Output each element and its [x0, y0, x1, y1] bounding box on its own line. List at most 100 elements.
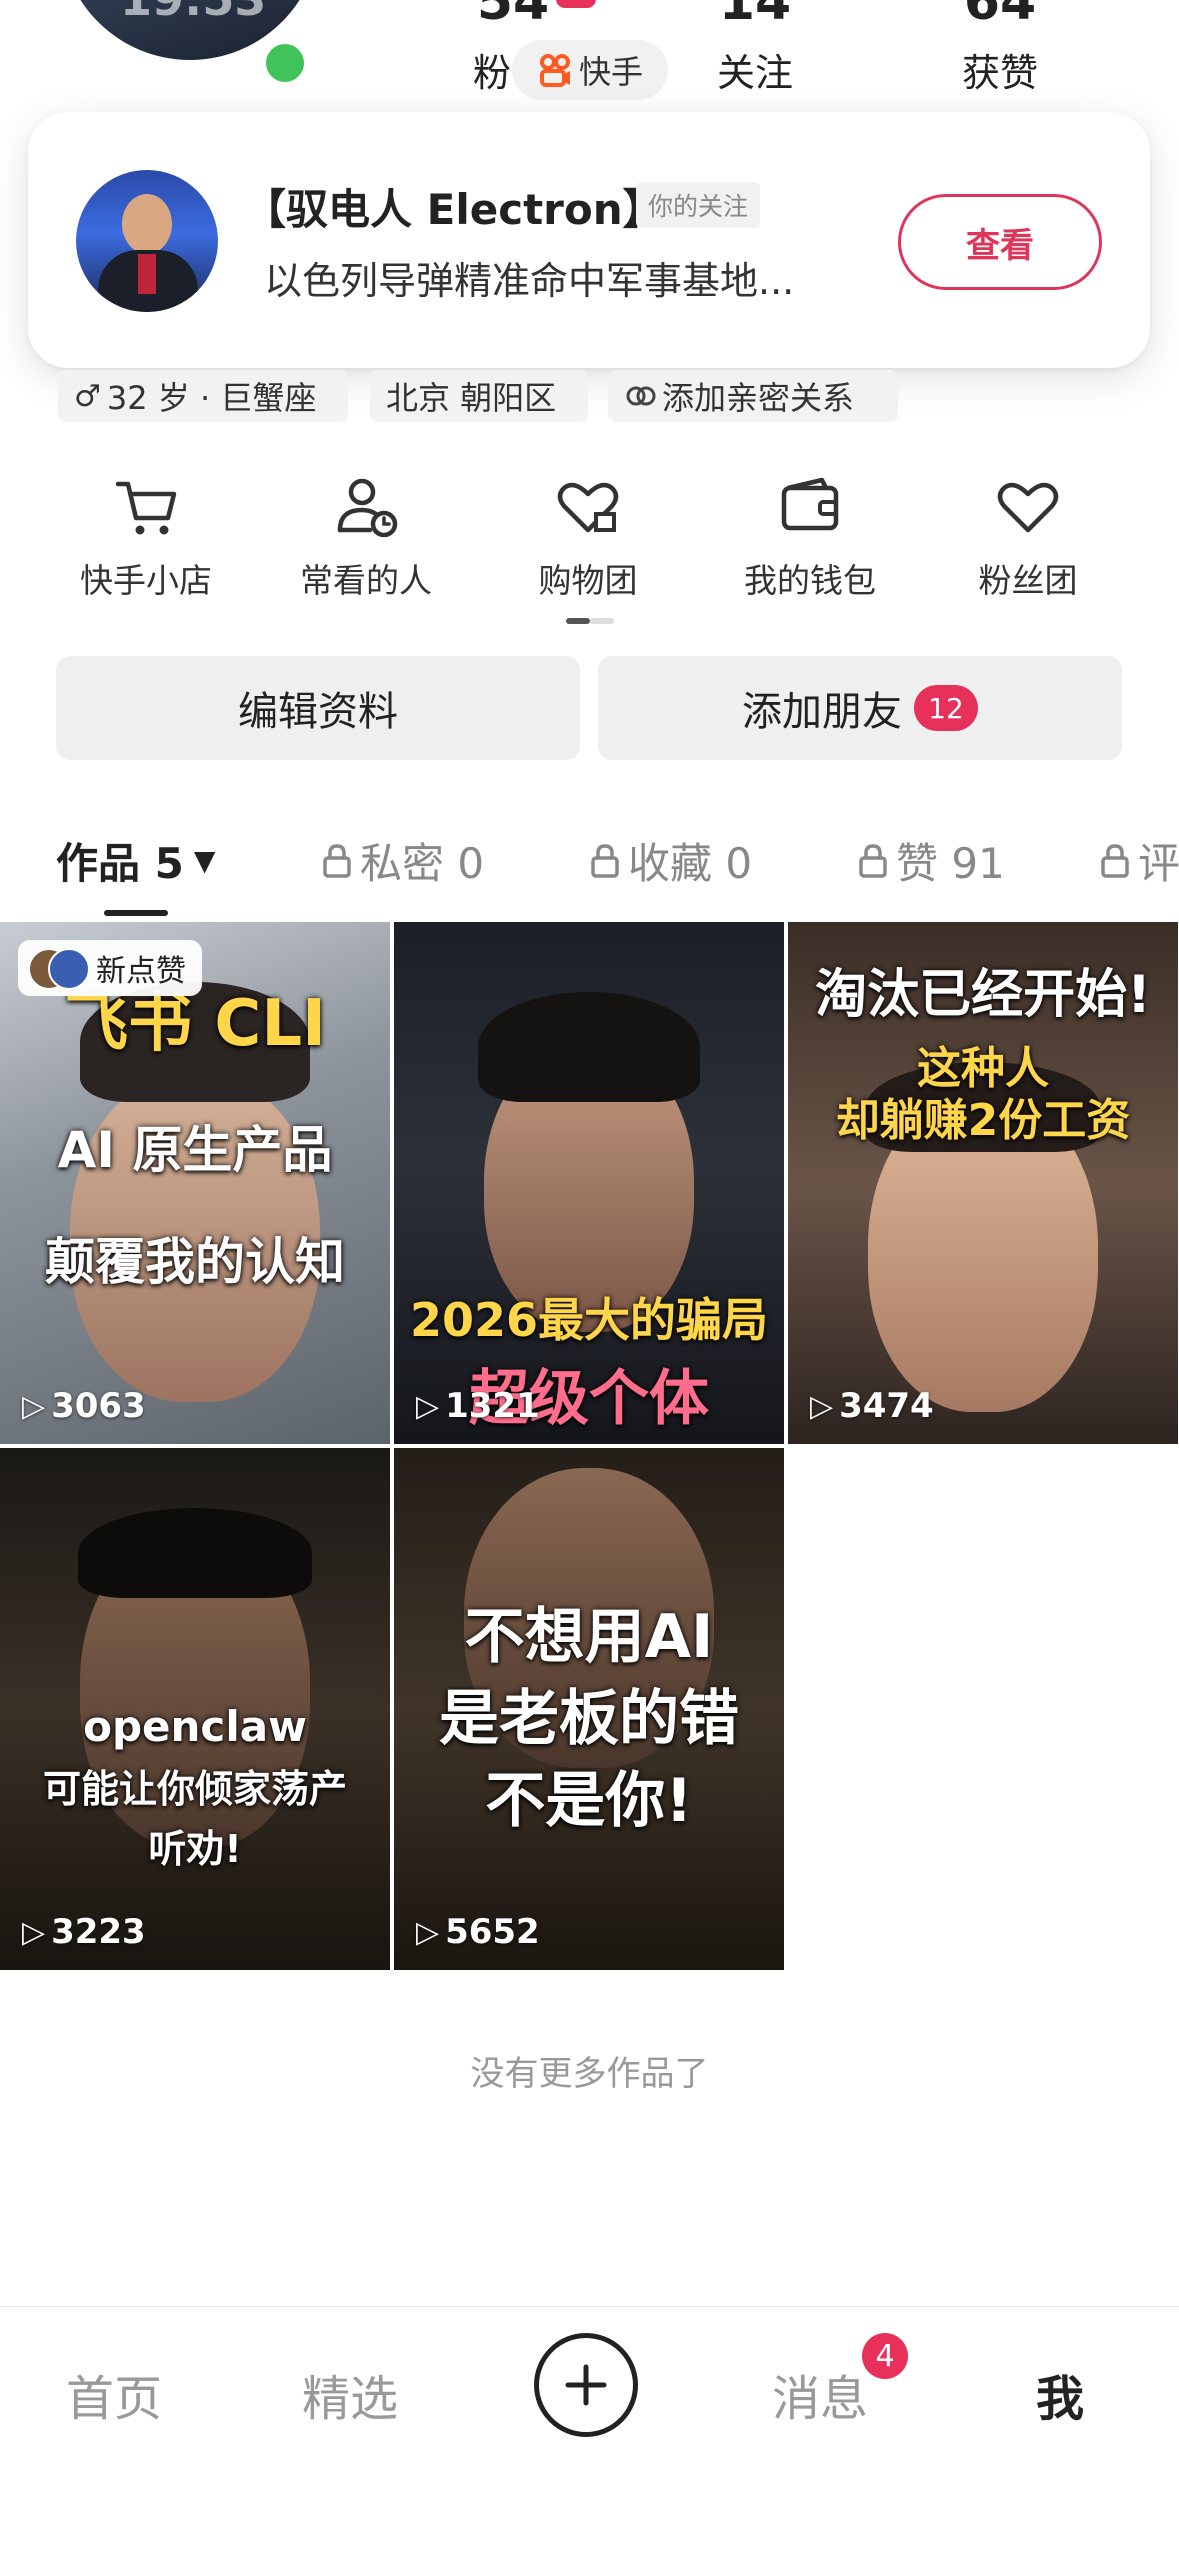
nav-featured[interactable]: 精选	[302, 2359, 398, 2429]
male-icon: ♂	[74, 378, 101, 414]
follow-notification-card[interactable]: 【驭电人 Electron】 你的关注 以色列导弹精准命中军事基地... 查看	[28, 112, 1150, 368]
wallet-icon	[781, 477, 839, 531]
age-zodiac-label: 32 岁 · 巨蟹座	[106, 379, 317, 417]
view-count-value: 3063	[51, 1386, 146, 1426]
view-count: ▷ 5652	[416, 1912, 540, 1952]
active-tab-indicator	[104, 910, 168, 916]
play-icon: ▷	[810, 1388, 834, 1424]
liker-avatars-icon	[28, 948, 90, 990]
add-friends-badge: 12	[914, 685, 978, 731]
plus-icon	[565, 2364, 607, 2406]
tab-likes[interactable]: 赞 91	[858, 830, 1005, 891]
frequently-viewed-label: 常看的人	[300, 561, 432, 600]
video-caption-line: 淘汰已经开始!	[815, 965, 1151, 1025]
status-time: 19:53	[120, 0, 266, 26]
nav-messages[interactable]: 消息	[772, 2359, 868, 2429]
follow-label[interactable]: 关注	[700, 42, 810, 97]
new-like-label: 新点赞	[96, 954, 186, 989]
video-caption-line: 听劝!	[148, 1827, 242, 1871]
video-thumbnail[interactable]: 2026最大的骗局 超级个体 ▷ 1321	[394, 922, 784, 1444]
location-tag[interactable]: 北京 朝阳区	[370, 370, 588, 422]
video-thumbnail[interactable]: 飞书 CLI AI 原生产品 颠覆我的认知 新点赞 ▷ 3063	[0, 922, 390, 1444]
tab-private-label: 私密 0	[360, 839, 485, 888]
page-indicator	[566, 618, 614, 624]
kuaishou-pill[interactable]: 快手	[512, 40, 668, 100]
video-caption-line: 却躺赚2份工资	[835, 1095, 1131, 1146]
follow-count: 14	[718, 0, 792, 32]
notification-text: 以色列导弹精准命中军事基地...	[264, 259, 795, 303]
my-wallet-label: 我的钱包	[744, 561, 876, 600]
tab-likes-label: 赞 91	[896, 839, 1005, 888]
no-more-works-text: 没有更多作品了	[470, 2054, 709, 2094]
view-count-value: 3474	[839, 1386, 934, 1426]
view-count-value: 5652	[445, 1912, 540, 1952]
fans-count: 54	[476, 0, 550, 32]
tab-comments-label: 评	[1138, 839, 1179, 888]
nav-home[interactable]: 首页	[66, 2359, 162, 2429]
add-intimate-relation-label: 添加亲密关系	[662, 379, 855, 417]
add-friends-button[interactable]: 添加朋友 12	[598, 656, 1122, 760]
frequently-viewed-button[interactable]: 常看的人	[266, 470, 466, 602]
video-caption-line: 不想用AI	[464, 1602, 714, 1672]
lock-icon	[323, 843, 351, 878]
heart-icon	[997, 482, 1059, 533]
tab-favorites[interactable]: 收藏 0	[590, 830, 752, 891]
video-thumbnail[interactable]: openclaw 可能让你倾家荡产 听劝! ▷ 3223	[0, 1448, 390, 1970]
add-intimate-relation-tag[interactable]: 添加亲密关系	[608, 370, 898, 422]
age-zodiac-tag[interactable]: ♂ 32 岁 · 巨蟹座	[58, 370, 348, 422]
new-like-badge: 新点赞	[18, 940, 202, 996]
shopping-group-button[interactable]: 购物团	[488, 470, 688, 602]
fan-club-label: 粉丝团	[978, 561, 1078, 600]
tab-favorites-label: 收藏 0	[628, 839, 753, 888]
video-caption-line: 颠覆我的认知	[45, 1233, 345, 1291]
kuaishou-logo-icon	[539, 54, 570, 87]
play-icon: ▷	[416, 1914, 440, 1950]
my-wallet-button[interactable]: 我的钱包	[710, 470, 910, 602]
video-thumbnail[interactable]: 淘汰已经开始! 这种人 却躺赚2份工资 ▷ 3474	[788, 922, 1178, 1444]
view-count-value: 3223	[51, 1912, 146, 1952]
location-label: 北京 朝阳区	[386, 379, 557, 417]
video-thumbnail[interactable]: 不想用AI 是老板的错 不是你! ▷ 5652	[394, 1448, 784, 1970]
view-count: ▷ 3223	[22, 1912, 146, 1952]
heart-bag-icon	[557, 482, 619, 533]
view-count-value: 1321	[445, 1386, 540, 1426]
view-count: ▷ 3063	[22, 1386, 146, 1426]
play-icon: ▷	[22, 1914, 46, 1950]
link-icon	[626, 386, 656, 406]
view-count: ▷ 1321	[416, 1386, 540, 1426]
cart-icon	[115, 481, 177, 535]
bottom-navigation: 首页 精选 消息 4 我	[0, 2306, 1179, 2557]
tab-works[interactable]: 作品 5 ▼	[56, 830, 215, 891]
online-dot-icon	[262, 40, 308, 86]
lock-icon	[1101, 843, 1129, 878]
tab-private[interactable]: 私密 0	[322, 830, 484, 891]
view-button[interactable]: 查看	[898, 194, 1102, 290]
messages-badge: 4	[862, 2333, 908, 2379]
create-button[interactable]	[534, 2333, 638, 2437]
notification-avatar	[76, 170, 218, 312]
add-friends-label: 添加朋友	[742, 689, 902, 735]
following-tag: 你的关注	[636, 182, 761, 228]
edit-profile-button[interactable]: 编辑资料	[56, 656, 580, 760]
video-caption-line: 2026最大的骗局	[409, 1293, 769, 1347]
likes-label[interactable]: 获赞	[940, 42, 1060, 97]
tab-comments[interactable]: 评	[1100, 830, 1179, 891]
caret-down-icon: ▼	[193, 844, 216, 877]
kuaishou-shop-button[interactable]: 快手小店	[46, 470, 246, 602]
user-clock-icon	[337, 478, 398, 538]
view-count: ▷ 3474	[810, 1386, 934, 1426]
video-caption-line: AI 原生产品	[57, 1121, 333, 1179]
fan-club-button[interactable]: 粉丝团	[928, 470, 1128, 602]
shopping-group-label: 购物团	[538, 561, 638, 600]
video-caption-line: openclaw	[83, 1702, 307, 1751]
notification-dot-icon	[556, 0, 596, 8]
likes-count: 64	[963, 0, 1037, 32]
play-icon: ▷	[416, 1388, 440, 1424]
kuaishou-pill-label: 快手	[578, 53, 643, 91]
notification-title: 【驭电人 Electron】	[244, 185, 665, 234]
nav-me[interactable]: 我	[1036, 2359, 1084, 2429]
play-icon: ▷	[22, 1388, 46, 1424]
tab-works-label: 作品 5	[56, 839, 184, 888]
video-caption-line: 是老板的错	[439, 1684, 739, 1754]
lock-icon	[859, 843, 887, 878]
